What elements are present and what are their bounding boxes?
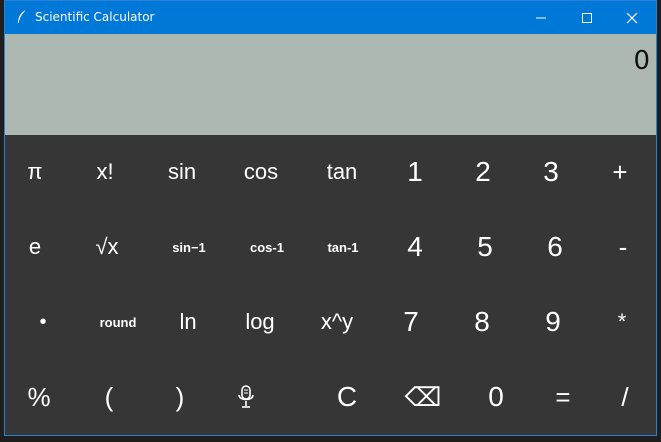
maximize-button[interactable] bbox=[564, 1, 610, 34]
minimize-icon bbox=[536, 17, 546, 18]
digit-9-button[interactable]: 9 bbox=[517, 292, 589, 352]
feather-icon bbox=[14, 9, 30, 25]
sqrt-button[interactable]: √x bbox=[71, 217, 143, 277]
ln-button[interactable]: ln bbox=[152, 292, 224, 352]
decimal-button[interactable]: • bbox=[7, 292, 79, 352]
plus-button[interactable]: + bbox=[584, 142, 656, 202]
digit-8-button[interactable]: 8 bbox=[446, 292, 518, 352]
calculator-window: Scientific Calculator 0 π x! sin cos tan… bbox=[4, 0, 657, 436]
multiply-button[interactable]: * bbox=[586, 292, 658, 352]
right-paren-button[interactable]: ) bbox=[144, 367, 216, 427]
percent-button[interactable]: % bbox=[3, 367, 75, 427]
factorial-button[interactable]: x! bbox=[69, 142, 141, 202]
tan-button[interactable]: tan bbox=[306, 142, 378, 202]
title-bar[interactable]: Scientific Calculator bbox=[5, 1, 656, 34]
divide-button[interactable]: / bbox=[589, 367, 661, 427]
minimize-button[interactable] bbox=[518, 1, 564, 34]
digit-7-button[interactable]: 7 bbox=[375, 292, 447, 352]
backspace-button[interactable]: ⌫ bbox=[387, 367, 459, 427]
acos-button[interactable]: cos-1 bbox=[231, 217, 303, 277]
cos-button[interactable]: cos bbox=[225, 142, 297, 202]
digit-3-button[interactable]: 3 bbox=[515, 142, 587, 202]
digit-1-button[interactable]: 1 bbox=[379, 142, 451, 202]
log-button[interactable]: log bbox=[224, 292, 296, 352]
digit-2-button[interactable]: 2 bbox=[447, 142, 519, 202]
minus-button[interactable]: - bbox=[587, 217, 659, 277]
power-button[interactable]: x^y bbox=[301, 292, 373, 352]
digit-4-button[interactable]: 4 bbox=[379, 217, 451, 277]
calculator-display: 0 bbox=[5, 34, 656, 135]
atan-button[interactable]: tan-1 bbox=[307, 217, 379, 277]
pi-button[interactable]: π bbox=[0, 142, 71, 202]
microphone-button[interactable] bbox=[210, 367, 282, 427]
left-paren-button[interactable]: ( bbox=[73, 367, 145, 427]
close-button[interactable] bbox=[609, 1, 655, 34]
digit-0-button[interactable]: 0 bbox=[460, 367, 532, 427]
display-value: 0 bbox=[633, 46, 650, 76]
maximize-icon bbox=[582, 12, 592, 23]
e-button[interactable]: e bbox=[0, 217, 71, 277]
keypad: π x! sin cos tan 1 2 3 + e √x sin−1 cos-… bbox=[5, 135, 656, 435]
digit-5-button[interactable]: 5 bbox=[449, 217, 521, 277]
microphone-icon bbox=[238, 385, 254, 408]
sin-button[interactable]: sin bbox=[146, 142, 218, 202]
digit-6-button[interactable]: 6 bbox=[519, 217, 591, 277]
close-icon bbox=[626, 12, 638, 23]
clear-button[interactable]: C bbox=[311, 367, 383, 427]
window-title: Scientific Calculator bbox=[35, 10, 155, 24]
round-button[interactable]: round bbox=[82, 292, 154, 352]
asin-button[interactable]: sin−1 bbox=[153, 217, 225, 277]
